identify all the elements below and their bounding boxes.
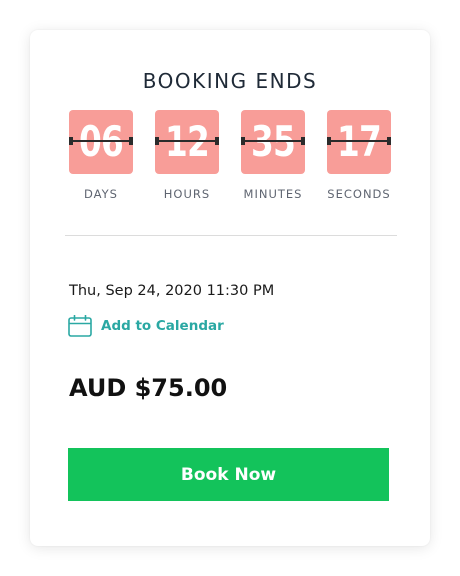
flip-card-minutes: 35: [241, 110, 305, 174]
days-label: DAYS: [84, 187, 118, 201]
add-to-calendar-link[interactable]: Add to Calendar: [68, 315, 224, 337]
booking-ends-title: BOOKING ENDS: [142, 69, 318, 93]
countdown-minutes: 35 MINUTES: [240, 110, 306, 201]
flip-divider-line: [327, 140, 391, 142]
countdown-days: 06 DAYS: [68, 110, 134, 201]
hours-value: 12: [164, 117, 210, 166]
minutes-value: 35: [250, 117, 296, 166]
book-now-button[interactable]: Book Now: [68, 448, 389, 501]
event-date: Thu, Sep 24, 2020 11:30 PM: [69, 283, 275, 299]
add-to-calendar-label[interactable]: Add to Calendar: [101, 318, 224, 334]
booking-card: BOOKING ENDS 06 DAYS 12 HOURS 35 MINUTES…: [30, 30, 430, 546]
minutes-label: MINUTES: [243, 187, 303, 201]
ticket-price: AUD $75.00: [69, 374, 228, 402]
flip-divider-line: [241, 140, 305, 142]
seconds-label: SECONDS: [327, 187, 391, 201]
days-value: 06: [78, 117, 124, 166]
flip-card-seconds: 17: [327, 110, 391, 174]
section-divider: [65, 235, 397, 236]
flip-divider-line: [69, 140, 133, 142]
countdown-seconds: 17 SECONDS: [326, 110, 392, 201]
calendar-icon: [68, 315, 92, 337]
flip-divider-line: [155, 140, 219, 142]
seconds-value: 17: [336, 117, 382, 166]
countdown-timer: 06 DAYS 12 HOURS 35 MINUTES 17 SECONDS: [68, 110, 394, 210]
countdown-hours: 12 HOURS: [154, 110, 220, 201]
flip-card-hours: 12: [155, 110, 219, 174]
hours-label: HOURS: [163, 187, 211, 201]
flip-card-days: 06: [69, 110, 133, 174]
